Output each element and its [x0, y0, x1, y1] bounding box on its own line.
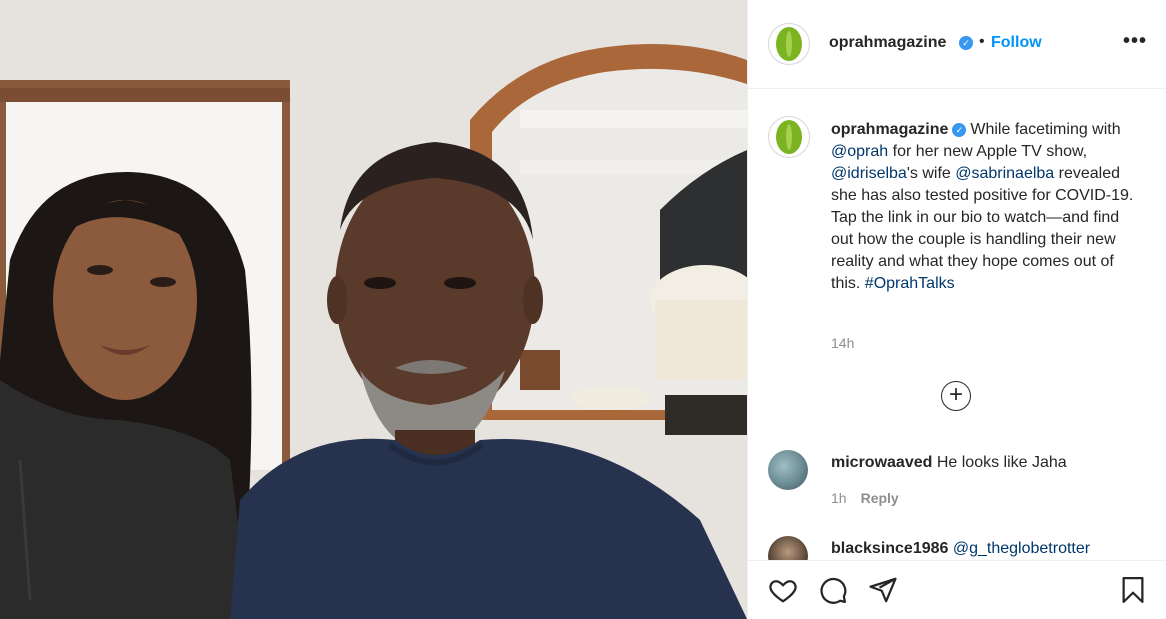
caption-segment: for her new Apple TV show, — [888, 143, 1088, 160]
comment-text: microwaaved He looks like Jaha — [831, 454, 1067, 472]
comment-meta: 1h Reply — [831, 490, 899, 506]
mention-link[interactable]: @g_theglobetrotter — [953, 540, 1090, 557]
caption-segment: revealed she has also tested positive fo… — [831, 165, 1134, 292]
bookmark-icon[interactable] — [1118, 575, 1148, 605]
comment-body: He looks like Jaha — [936, 454, 1067, 471]
author-username[interactable]: oprahmagazine — [829, 34, 946, 52]
commenter-username[interactable]: microwaaved — [831, 454, 932, 471]
caption-username[interactable]: oprahmagazine — [831, 121, 948, 138]
comment-icon[interactable] — [818, 575, 848, 605]
follow-button[interactable]: Follow — [991, 34, 1042, 52]
verified-badge-icon: ✓ — [952, 123, 967, 137]
more-options-icon[interactable]: ••• — [1123, 30, 1147, 53]
mention-link[interactable]: @sabrinaelba — [955, 165, 1054, 182]
comment-timestamp[interactable]: 1h — [831, 490, 847, 506]
oprah-magazine-logo-icon — [776, 27, 802, 61]
video-frame-image — [0, 0, 747, 619]
caption-text: oprahmagazine ✓ While facetiming with @opr… — [831, 119, 1141, 295]
caption-author-avatar[interactable] — [768, 116, 810, 158]
post-video[interactable] — [0, 0, 747, 619]
hashtag-link[interactable]: #OprahTalks — [865, 275, 955, 292]
comment-item: blacksince1986 @g_theglobetrotter — [768, 536, 1158, 560]
separator-dot: • — [979, 33, 985, 50]
oprah-magazine-logo-icon — [776, 120, 802, 154]
post-sidebar: oprahmagazine ✓ • Follow ••• oprahmagazi… — [747, 0, 1166, 619]
commenter-avatar[interactable] — [768, 450, 808, 490]
caption-timestamp[interactable]: 14h — [831, 335, 854, 351]
action-bar — [748, 560, 1166, 619]
load-more-comments-button[interactable]: + — [941, 381, 971, 411]
share-icon[interactable] — [868, 575, 898, 605]
caption-segment: While facetiming with — [970, 121, 1121, 138]
post-header: oprahmagazine ✓ • Follow ••• — [748, 0, 1166, 89]
caption-segment: 's wife — [906, 165, 956, 182]
comment-text: blacksince1986 @g_theglobetrotter — [831, 540, 1090, 558]
commenter-avatar[interactable] — [768, 536, 808, 560]
commenter-username[interactable]: blacksince1986 — [831, 540, 948, 557]
mention-link[interactable]: @oprah — [831, 143, 888, 160]
author-avatar[interactable] — [768, 23, 810, 65]
verified-badge-icon: ✓ — [959, 36, 973, 50]
heart-icon[interactable] — [768, 575, 798, 605]
reply-button[interactable]: Reply — [861, 490, 899, 506]
mention-link[interactable]: @idriselba — [831, 165, 907, 182]
